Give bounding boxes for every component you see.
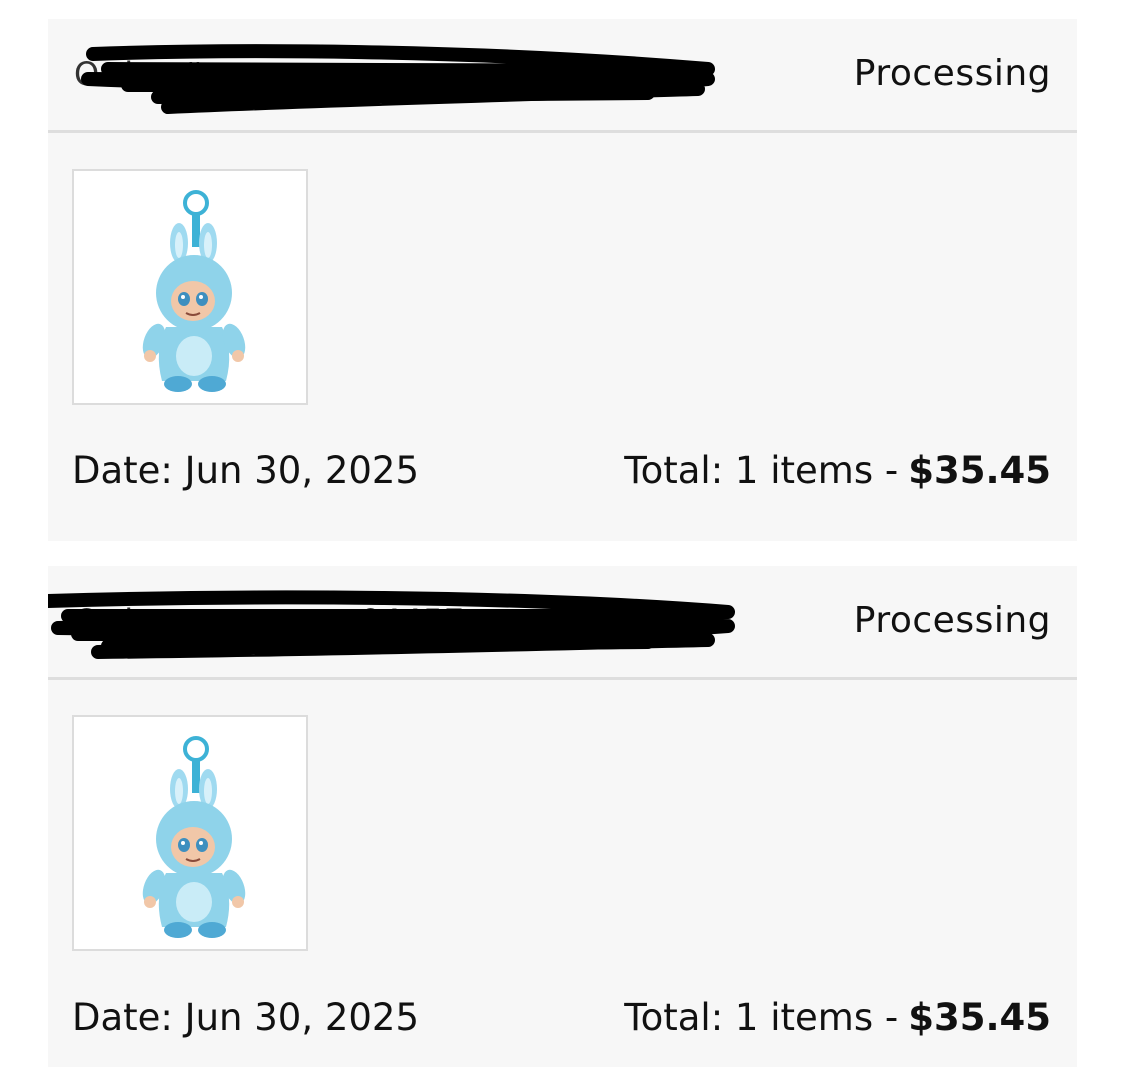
order-footer: Date: Jun 30, 2025 Total: 1 items - $35.4… xyxy=(72,996,1051,1046)
order-header: Order #••••••••••••••••••••25760 Process… xyxy=(48,19,1077,133)
plush-keychain-icon xyxy=(142,736,246,938)
order-status: Processing xyxy=(853,600,1051,641)
order-footer: Date: Jun 30, 2025 Total: 1 items - $35.4… xyxy=(72,449,1051,499)
order-total-label: Total: 1 items - xyxy=(624,996,899,1039)
order-number: Order #••••••••04457•••••••04 xyxy=(74,602,643,640)
order-total-amount: $35.45 xyxy=(908,449,1051,492)
order-number: Order #••••••••••••••••••••25760 xyxy=(74,55,698,93)
order-card[interactable]: Order #••••••••••••••••••••25760 Process… xyxy=(48,19,1077,541)
product-thumbnail[interactable] xyxy=(72,715,308,951)
order-date: Date: Jun 30, 2025 xyxy=(72,996,420,1039)
order-date: Date: Jun 30, 2025 xyxy=(72,449,420,492)
order-status: Processing xyxy=(853,53,1051,94)
order-header: Order #••••••••04457•••••••04 Processing xyxy=(48,566,1077,680)
order-total-label: Total: 1 items - xyxy=(624,449,899,492)
order-total: Total: 1 items - $35.45 xyxy=(624,449,1051,492)
order-total: Total: 1 items - $35.45 xyxy=(624,996,1051,1039)
plush-keychain-icon xyxy=(142,190,246,392)
product-thumbnail[interactable] xyxy=(72,169,308,405)
order-card[interactable]: Order #••••••••04457•••••••04 Processing xyxy=(48,566,1077,1067)
order-total-amount: $35.45 xyxy=(908,996,1051,1039)
